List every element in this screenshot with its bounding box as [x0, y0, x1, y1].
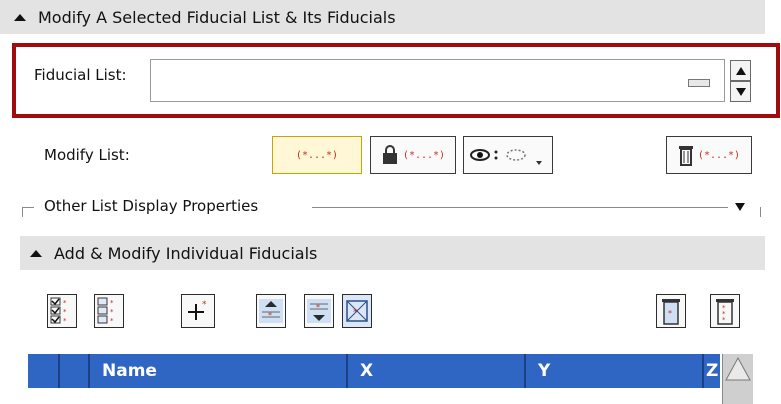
svg-text:*: * [316, 303, 320, 312]
collapse-caret-icon [14, 13, 26, 21]
select-list-button[interactable]: (*...*) [272, 136, 362, 174]
spin-up-button[interactable] [730, 60, 751, 81]
other-display-properties-label[interactable]: Other List Display Properties [44, 197, 258, 215]
lock-list-button[interactable]: (*...*) [370, 136, 456, 174]
lock-list-label: (*...*) [402, 149, 446, 161]
dropdown-handle-icon [688, 79, 710, 87]
target-fiducial-icon: * [346, 300, 368, 322]
trash-selected-icon: * [662, 299, 680, 325]
svg-text:*: * [268, 311, 272, 320]
arrow-up-icon [735, 66, 746, 75]
column-header-name[interactable]: Name [90, 354, 348, 388]
delete-selected-fiducials-button[interactable]: * [656, 294, 686, 328]
scroll-up-arrow-icon[interactable] [723, 354, 753, 384]
add-fiducial-icon: * [188, 300, 207, 320]
svg-text:*: * [63, 299, 67, 307]
add-fiducial-button[interactable]: * [181, 294, 215, 328]
row-select-column[interactable] [28, 354, 60, 388]
column-header-z[interactable]: Z [704, 354, 720, 388]
collapse-caret-icon [30, 249, 42, 257]
fiducial-list-selector[interactable] [150, 59, 725, 102]
checklist-icon: *** [50, 297, 67, 325]
svg-text:*: * [63, 317, 67, 325]
group-border-left-tick [22, 207, 23, 217]
select-all-fiducials-button[interactable]: * * * [47, 294, 77, 328]
delete-list-label: (*...*) [697, 149, 741, 161]
modify-list-label: Modify List: [44, 146, 130, 164]
eye-visibility-icon [470, 149, 542, 165]
svg-text:*: * [722, 316, 726, 324]
svg-text:*: * [202, 300, 207, 310]
fiducial-list-label: Fiducial List: [34, 66, 127, 84]
column-header-y[interactable]: Y [526, 354, 704, 388]
svg-text:*: * [353, 308, 358, 318]
move-up-icon: * [259, 299, 283, 323]
svg-text:*: * [110, 308, 114, 316]
table-vertical-scrollbar[interactable] [722, 354, 753, 404]
trash-all-icon: *** [716, 299, 734, 325]
section-modify-list-header[interactable]: Modify A Selected Fiducial List & Its Fi… [0, 0, 765, 34]
spin-down-button[interactable] [730, 81, 751, 102]
select-list-label: (*...*) [295, 149, 339, 161]
lock-icon [382, 145, 397, 164]
section-title: Modify A Selected Fiducial List & Its Fi… [38, 7, 396, 27]
center-on-fiducial-button[interactable]: * [342, 294, 372, 328]
deselect-all-fiducials-button[interactable]: * * * [94, 294, 124, 328]
svg-text:*: * [110, 317, 114, 325]
section-title: Add & Modify Individual Fiducials [54, 243, 318, 263]
svg-text:*: * [668, 309, 672, 318]
svg-text:*: * [63, 308, 67, 316]
fiducials-table-header: Name X Y Z [28, 354, 720, 388]
group-border-right-tick [760, 207, 761, 217]
unchecked-list-icon: *** [97, 297, 114, 325]
delete-all-fiducials-button[interactable]: * * * [710, 294, 740, 328]
svg-text:*: * [110, 299, 114, 307]
column-header-x[interactable]: X [348, 354, 526, 388]
trash-icon [678, 146, 693, 166]
visibility-column[interactable] [60, 354, 90, 388]
group-border-left [22, 207, 34, 208]
move-fiducial-down-button[interactable]: * [304, 294, 334, 328]
move-down-icon: * [307, 299, 331, 323]
arrow-down-icon [735, 87, 746, 96]
section-add-fiducials-header[interactable]: Add & Modify Individual Fiducials [20, 236, 765, 270]
group-border-right [312, 207, 728, 208]
expand-arrow-icon[interactable] [734, 202, 746, 212]
visibility-toggle-button[interactable] [463, 136, 553, 174]
delete-list-button[interactable]: (*...*) [666, 136, 752, 174]
move-fiducial-up-button[interactable]: * [256, 294, 286, 328]
